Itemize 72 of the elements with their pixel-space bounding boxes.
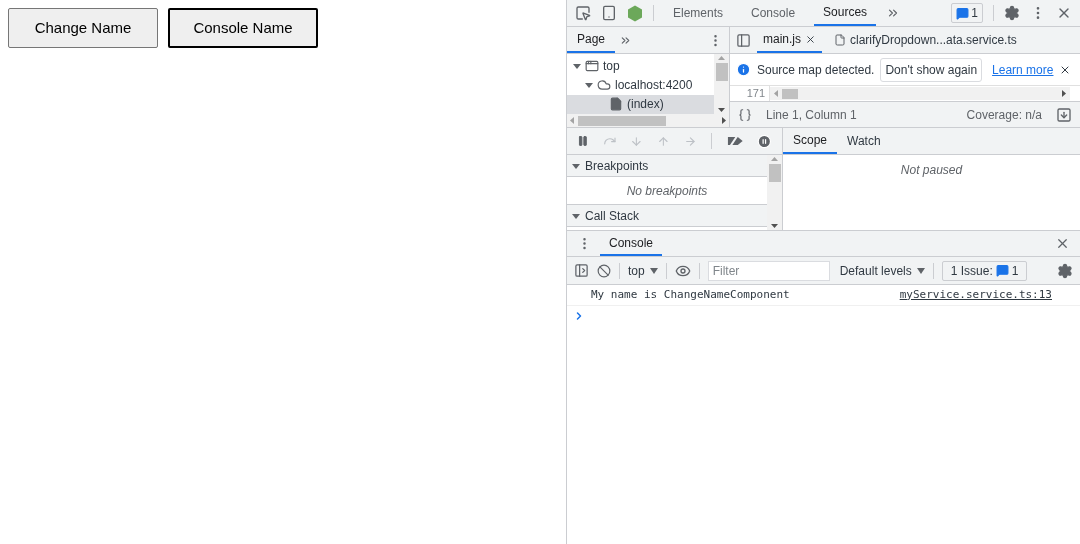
coverage-text: Coverage: n/a — [966, 106, 1042, 124]
learn-more-link[interactable]: Learn more — [992, 60, 1054, 79]
pretty-print-icon[interactable] — [738, 107, 752, 122]
navigator-tab[interactable]: Page — [567, 27, 616, 53]
scrollbar[interactable] — [567, 114, 729, 127]
settings-icon[interactable] — [1004, 5, 1020, 21]
scroll-right-icon[interactable] — [1062, 90, 1066, 97]
scroll-down-icon[interactable] — [718, 108, 725, 112]
tree-item[interactable]: (index) — [567, 94, 714, 114]
caret-icon — [649, 267, 658, 274]
scroll-down-icon[interactable] — [771, 224, 778, 228]
expand-triangle-icon[interactable] — [573, 61, 581, 70]
cloud-icon — [597, 78, 611, 92]
device-icon[interactable] — [601, 5, 617, 21]
pause-on-exceptions-icon[interactable] — [757, 133, 772, 149]
page-button[interactable]: Console Name — [168, 8, 318, 48]
pause-icon[interactable] — [577, 135, 589, 147]
close-icon[interactable] — [1055, 236, 1070, 251]
section-header[interactable]: Breakpoints — [567, 155, 767, 177]
scroll-thumb[interactable] — [715, 63, 728, 81]
scroll-right-icon[interactable] — [722, 117, 726, 124]
levels-dropdown[interactable]: Default levels — [839, 261, 925, 280]
close-icon[interactable] — [805, 33, 816, 45]
filter-field[interactable]: Filter — [707, 260, 830, 281]
scrollbar[interactable] — [714, 54, 729, 114]
tree-item[interactable]: localhost:4200 — [567, 75, 714, 95]
panel-tab[interactable]: Console — [742, 0, 805, 26]
tree-label: top — [603, 57, 620, 75]
dont-show-button[interactable]: Don't show again — [880, 57, 983, 82]
file-tab[interactable]: clarifyDropdown...ata.service.ts — [828, 27, 1023, 53]
section-header[interactable]: Call Stack — [567, 205, 767, 227]
sidebar-tab[interactable]: Scope — [783, 128, 838, 154]
tree-label: localhost:4200 — [615, 77, 693, 94]
info-message: Source map detected. — [757, 61, 875, 79]
not-paused-message: Not paused — [900, 162, 963, 179]
tree-item[interactable]: top — [567, 56, 714, 76]
expand-triangle-icon[interactable] — [572, 161, 580, 170]
deactivate-breakpoints-icon[interactable] — [725, 134, 744, 148]
inspect-icon[interactable] — [575, 5, 591, 21]
issues-button[interactable]: 1 Issue: 1 — [941, 260, 1028, 281]
section-title: Call Stack — [585, 207, 640, 225]
cursor-position: Line 1, Column 1 — [766, 106, 857, 124]
issues-badge[interactable]: 1 — [951, 3, 983, 23]
file-icon — [834, 34, 846, 46]
source-link[interactable]: myService.service.ts:13 — [899, 286, 1052, 304]
info-icon — [736, 62, 751, 77]
empty-message: No breakpoints — [626, 182, 708, 200]
toggle-sidebar-icon[interactable] — [736, 32, 751, 48]
window-icon — [585, 58, 599, 73]
context-dropdown[interactable]: top — [628, 261, 658, 280]
message-icon — [995, 264, 1009, 277]
message-icon — [956, 6, 970, 20]
section-title: Breakpoints — [585, 157, 649, 175]
panel-tab[interactable]: Elements — [664, 0, 733, 26]
page-button[interactable]: Change Name — [8, 8, 158, 48]
caret-icon — [916, 267, 925, 274]
console-message: My name is ChangeNameComponent — [591, 286, 790, 303]
file-icon — [609, 97, 623, 112]
expand-triangle-icon[interactable] — [585, 81, 593, 89]
toggle-panel-icon[interactable] — [1056, 106, 1072, 123]
scrollbar[interactable] — [767, 155, 782, 230]
scroll-thumb[interactable] — [782, 88, 798, 99]
clear-icon[interactable] — [597, 263, 611, 278]
scroll-thumb[interactable] — [578, 115, 666, 126]
scrollbar[interactable] — [770, 87, 1070, 100]
sidebar-tab[interactable]: Watch — [837, 128, 891, 154]
settings-icon[interactable] — [1057, 262, 1073, 279]
scroll-thumb[interactable] — [768, 164, 781, 182]
sidebar-icon[interactable] — [574, 263, 589, 278]
expand-triangle-icon[interactable] — [572, 211, 580, 220]
tree-label: (index) — [627, 96, 664, 114]
hexagon-icon[interactable] — [627, 4, 643, 22]
